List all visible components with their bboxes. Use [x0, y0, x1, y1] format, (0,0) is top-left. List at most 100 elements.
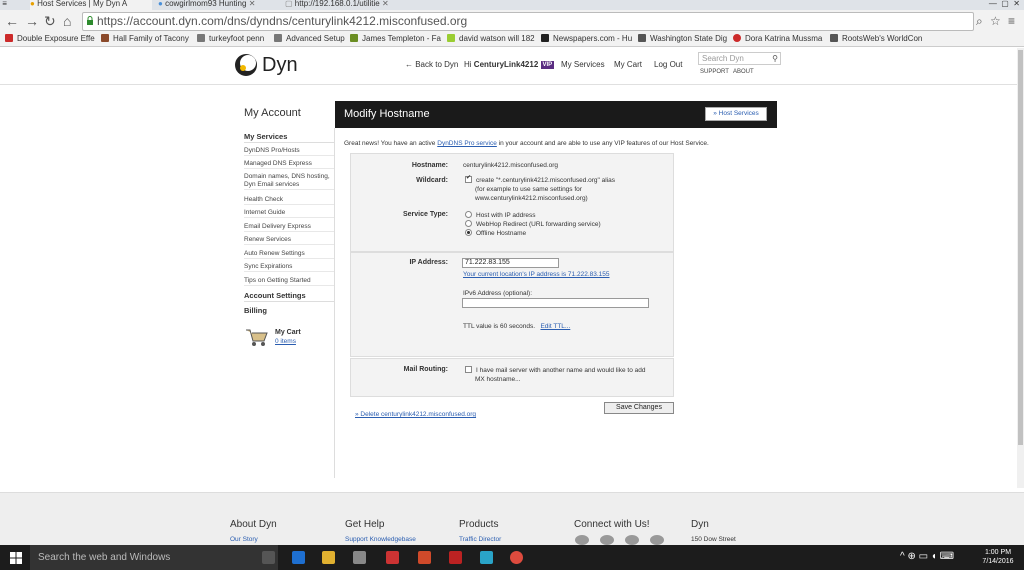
footer-link[interactable]: Support Knowledgebase [345, 536, 416, 543]
search-icon[interactable]: ⚲ [772, 53, 778, 64]
sidebar-title: My Account [244, 107, 301, 119]
file-explorer-icon[interactable] [322, 551, 335, 564]
bookmark-item[interactable]: Newspapers.com - Hu [541, 33, 632, 45]
reload-icon[interactable]: ↻ [44, 13, 56, 29]
service-option-host[interactable]: Host with IP address [465, 211, 536, 220]
system-tray-icons[interactable]: ^ ⊕ ▭ ◖ ⌨ [900, 551, 954, 562]
home-icon[interactable]: ⌂ [63, 13, 71, 29]
my-services-link[interactable]: My Services [561, 60, 605, 69]
sidebar-item-domain-names[interactable]: Domain names, DNS hosting, Dyn Email ser… [244, 173, 334, 190]
clock[interactable]: 1:00 PM 7/14/2016 [978, 548, 1018, 566]
sidebar-account-settings[interactable]: Account Settings [244, 290, 334, 302]
bookmark-star-icon[interactable]: ☆ [990, 13, 1001, 29]
bookmark-item[interactable]: Washington State Dig [638, 33, 727, 45]
edge-icon[interactable] [292, 551, 305, 564]
taskbar-search[interactable]: Search the web and Windows [30, 545, 278, 570]
sidebar-item-dyndns-pro[interactable]: DynDNS Pro/Hosts [244, 146, 334, 156]
twitter-icon[interactable] [575, 535, 589, 545]
mail-routing-text: MX hostname... [475, 376, 521, 383]
bookmark-label: Double Exposure Effe [17, 34, 95, 43]
sidebar-billing[interactable]: Billing [244, 305, 334, 316]
tab-cowgirlmom[interactable]: ● cowgirlmom93 Hunting ✕ [158, 0, 270, 10]
footer-link[interactable]: Traffic Director [459, 536, 501, 543]
save-changes-button[interactable]: Save Changes [604, 402, 674, 414]
username: CenturyLink4212 [473, 60, 539, 69]
bookmark-favicon-icon [101, 34, 109, 42]
ip-address-input[interactable]: 71.222.83.155 [462, 258, 559, 268]
sidebar-item-tips[interactable]: Tips on Getting Started [244, 276, 334, 286]
current-ip-link[interactable]: Your current location's IP address is 71… [463, 270, 610, 279]
site-favicon-icon: ● [158, 0, 163, 8]
bookmark-item[interactable]: turkeyfoot penn [197, 33, 264, 45]
close-tab-icon[interactable]: ✕ [382, 0, 389, 8]
bookmark-label: RootsWeb's WorldCon [842, 34, 923, 43]
tab-host-services[interactable]: ● Host Services | My Dyn A [30, 0, 152, 10]
edit-ttl-link[interactable]: Edit TTL... [540, 323, 570, 330]
facebook-icon[interactable] [600, 535, 614, 545]
bookmark-label: turkeyfoot penn [209, 34, 265, 43]
menu-icon[interactable]: ≡ [0, 0, 28, 10]
dyndns-pro-link[interactable]: DynDNS Pro service [437, 140, 497, 147]
security-icon[interactable] [449, 551, 462, 564]
about-link[interactable]: ABOUT [733, 69, 754, 75]
youtube-icon[interactable] [650, 535, 664, 545]
back-to-dyn-link[interactable]: ← Back to Dyn [405, 60, 458, 69]
store-icon[interactable] [353, 551, 366, 564]
bookmark-item[interactable]: Hall Family of Tacony [101, 33, 189, 45]
radio-host[interactable] [465, 211, 472, 218]
my-cart-link[interactable]: My Cart [614, 60, 642, 69]
mail-routing-checkbox[interactable] [465, 366, 472, 373]
shopping-cart-icon[interactable] [244, 324, 268, 348]
scrollbar-track[interactable] [1017, 48, 1024, 488]
back-icon[interactable]: ← [5, 13, 19, 29]
linkedin-icon[interactable] [625, 535, 639, 545]
sidebar-item-renew-services[interactable]: Renew Services [244, 235, 334, 245]
bookmark-item[interactable]: RootsWeb's WorldCon [830, 33, 922, 45]
host-services-button[interactable]: » Host Services [705, 107, 767, 121]
sidebar-my-services[interactable]: My Services [244, 131, 334, 143]
sidebar-item-auto-renew[interactable]: Auto Renew Settings [244, 249, 334, 259]
search-input[interactable]: Search Dyn ⚲ [698, 52, 781, 65]
sidebar-item-health-check[interactable]: Health Check [244, 195, 334, 205]
chrome-menu-icon[interactable]: ≡ [1008, 13, 1015, 29]
tab-router[interactable]: ▢ http://192.168.0.1/utilitie ✕ [285, 0, 393, 10]
cart-label[interactable]: My Cart [275, 329, 301, 336]
bookmark-item[interactable]: Advanced Setup [274, 33, 345, 45]
delete-hostname-link[interactable]: » Delete centurylink4212.misconfused.org [355, 411, 476, 418]
powerpoint-icon[interactable] [418, 551, 431, 564]
bookmark-item[interactable]: James Templeton - Fa [350, 33, 441, 45]
cart-items-link[interactable]: 0 items [275, 338, 296, 345]
sidebar-item-managed-dns[interactable]: Managed DNS Express [244, 159, 334, 169]
scrollbar-thumb[interactable] [1018, 50, 1023, 445]
zoom-icon[interactable]: ⌕ [976, 13, 983, 29]
footer-heading: About Dyn [230, 519, 277, 530]
window-controls[interactable]: — ▢ ✕ [940, 0, 1024, 10]
sidebar-item-email-delivery[interactable]: Email Delivery Express [244, 222, 334, 232]
logout-link[interactable]: Log Out [654, 60, 682, 69]
app-icon[interactable] [480, 551, 493, 564]
address-bar[interactable]: https://account.dyn.com/dns/dyndns/centu… [82, 12, 974, 31]
service-option-offline[interactable]: Offline Hostname [465, 229, 526, 238]
wildcard-checkbox[interactable]: ✔ [465, 175, 472, 183]
bookmark-item[interactable]: Double Exposure Effe [5, 33, 95, 45]
forward-icon[interactable]: → [25, 13, 39, 29]
chrome-icon[interactable] [510, 551, 523, 564]
app-icon[interactable] [386, 551, 399, 564]
bookmark-label: Hall Family of Tacony [113, 34, 189, 43]
notice-text-end: in your account and are able to use any … [498, 140, 709, 147]
sidebar-item-internet-guide[interactable]: Internet Guide [244, 208, 334, 218]
tab-strip: ≡ ● Host Services | My Dyn A ● cowgirlmo… [0, 0, 1024, 10]
support-link[interactable]: SUPPORT [700, 69, 729, 75]
taskbar-search-placeholder: Search the web and Windows [38, 552, 171, 563]
bookmark-item[interactable]: Dora Katrina Mussma [733, 33, 822, 45]
radio-webhop[interactable] [465, 220, 472, 227]
service-option-webhop[interactable]: WebHop Redirect (URL forwarding service) [465, 220, 601, 229]
windows-start-icon[interactable] [10, 552, 22, 564]
radio-offline[interactable] [465, 229, 472, 236]
close-tab-icon[interactable]: ✕ [249, 0, 256, 8]
bookmark-item[interactable]: david watson will 182 [447, 33, 535, 45]
sidebar-item-sync-expirations[interactable]: Sync Expirations [244, 262, 334, 272]
ipv6-input[interactable] [462, 298, 649, 308]
microphone-icon[interactable] [262, 551, 275, 564]
footer-link[interactable]: Our Story [230, 536, 258, 543]
